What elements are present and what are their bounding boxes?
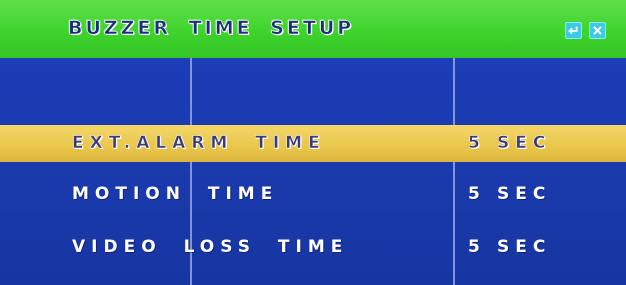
exit-button[interactable] [589, 22, 606, 39]
setting-row-video-loss-time[interactable]: VIDEO LOSS TIME 5 SEC [0, 229, 626, 266]
setting-label: EXT.ALARM TIME [72, 133, 326, 154]
exit-icon [593, 26, 602, 35]
setting-value[interactable]: 5 [468, 237, 486, 257]
page-title: BUZZER TIME SETUP [68, 17, 355, 40]
setting-row-ext-alarm-time[interactable]: EXT.ALARM TIME 5 SEC [0, 125, 626, 162]
setting-unit: SEC [497, 133, 552, 154]
buzzer-time-setup-screen: BUZZER TIME SETUP EXT.ALARM TIME 5 SEC M… [0, 0, 626, 285]
setting-row-motion-time[interactable]: MOTION TIME 5 SEC [0, 176, 626, 213]
enter-icon [568, 26, 578, 35]
setting-value[interactable]: 5 [468, 184, 486, 204]
setting-label: MOTION TIME [72, 184, 279, 204]
setting-unit: SEC [497, 184, 552, 204]
setting-label: VIDEO LOSS TIME [72, 237, 349, 257]
setting-unit: SEC [497, 237, 552, 257]
title-bar: BUZZER TIME SETUP [0, 0, 626, 58]
setting-value[interactable]: 5 [468, 133, 486, 154]
enter-button[interactable] [565, 22, 582, 39]
